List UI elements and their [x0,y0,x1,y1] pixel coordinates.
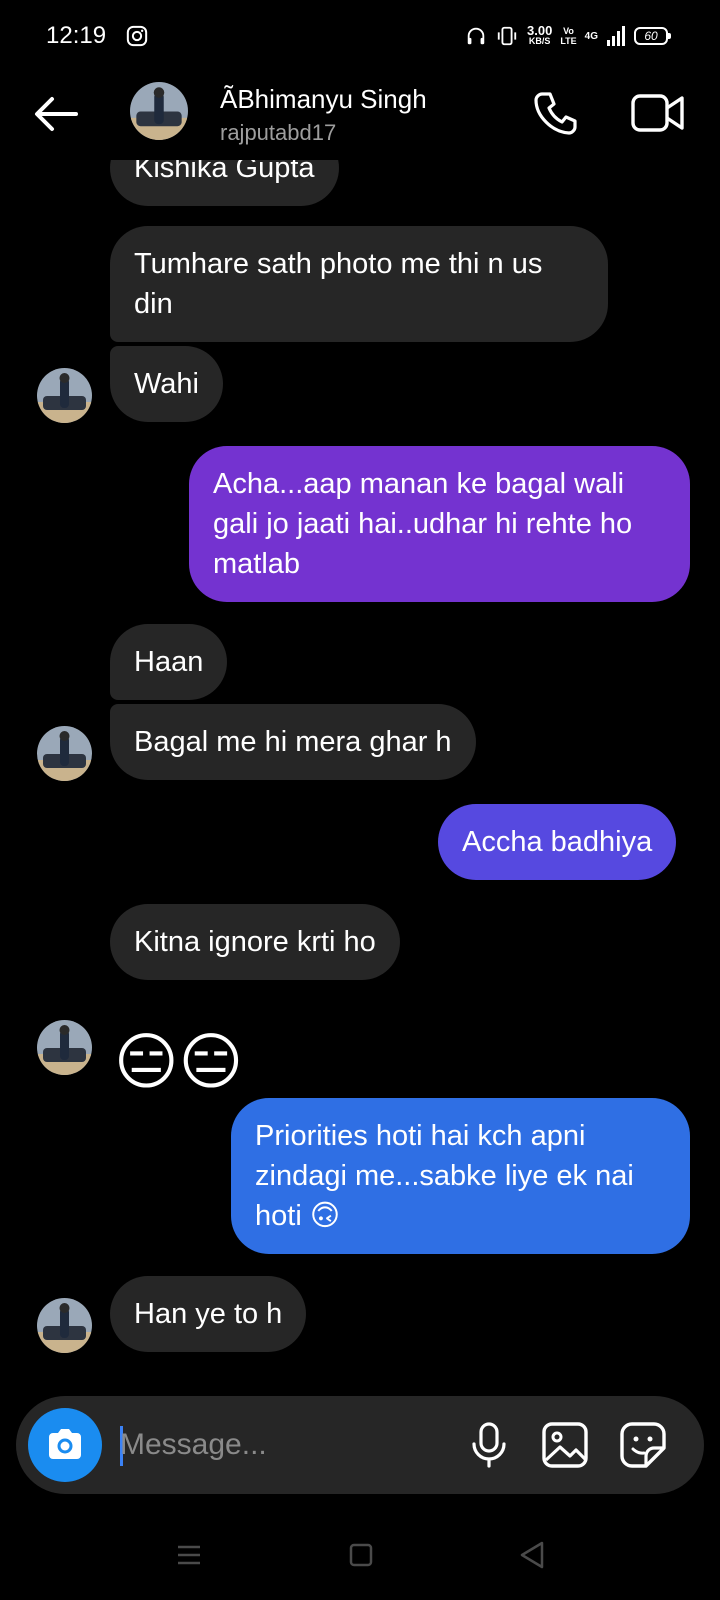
message-sent[interactable]: Accha badhiya [438,804,677,880]
message-input[interactable] [120,1422,440,1468]
system-navigation-bar [0,1520,720,1600]
contact-avatar[interactable] [130,82,188,140]
sender-avatar[interactable] [37,1298,92,1353]
message-received[interactable]: Tumhare sath photo me thi n us din [110,226,608,342]
avatar-photo [37,1020,92,1075]
message-received[interactable]: Haan [110,624,228,700]
message-received-emoji[interactable]: 😑😑 [114,1030,243,1096]
message-received[interactable]: Wahi [110,346,223,422]
message-received[interactable]: Han ye to h [110,1276,307,1352]
contact-username[interactable]: rajputabd17 [220,120,336,146]
message-received[interactable]: Bagal me hi mera ghar h [110,704,476,780]
sender-avatar[interactable] [37,368,92,423]
recent-apps-icon[interactable] [176,1542,202,1568]
chat-header: ÃBhimanyu Singh rajputabd17 [0,70,720,160]
phone-icon[interactable] [530,88,580,138]
contact-name[interactable]: ÃBhimanyu Singh [220,84,427,115]
avatar-photo [37,726,92,781]
sender-avatar[interactable] [37,1020,92,1075]
message-composer [16,1396,704,1494]
nav-back-icon[interactable] [518,1540,546,1570]
avatar-photo [37,1298,92,1353]
microphone-icon[interactable] [464,1420,514,1470]
video-camera-icon[interactable] [630,88,686,138]
home-icon[interactable] [349,1542,373,1568]
sender-avatar[interactable] [37,726,92,781]
message-sent[interactable]: Priorities hoti hai kch apni zindagi me.… [231,1098,690,1254]
camera-button[interactable] [28,1408,102,1482]
avatar-photo [37,368,92,423]
chat-thread[interactable]: Kishika Gupta Tumhare sath photo me thi … [0,0,720,1380]
emoji-message: 😑😑 [114,1028,244,1097]
back-arrow-icon[interactable] [30,88,82,140]
message-received[interactable]: Kitna ignore krti ho [110,904,400,980]
message-sent[interactable]: Acha...aap manan ke bagal wali gali jo j… [189,446,690,602]
gallery-icon[interactable] [540,1420,590,1470]
sticker-icon[interactable] [618,1420,668,1470]
avatar-photo [130,82,188,140]
camera-icon [49,1429,81,1459]
